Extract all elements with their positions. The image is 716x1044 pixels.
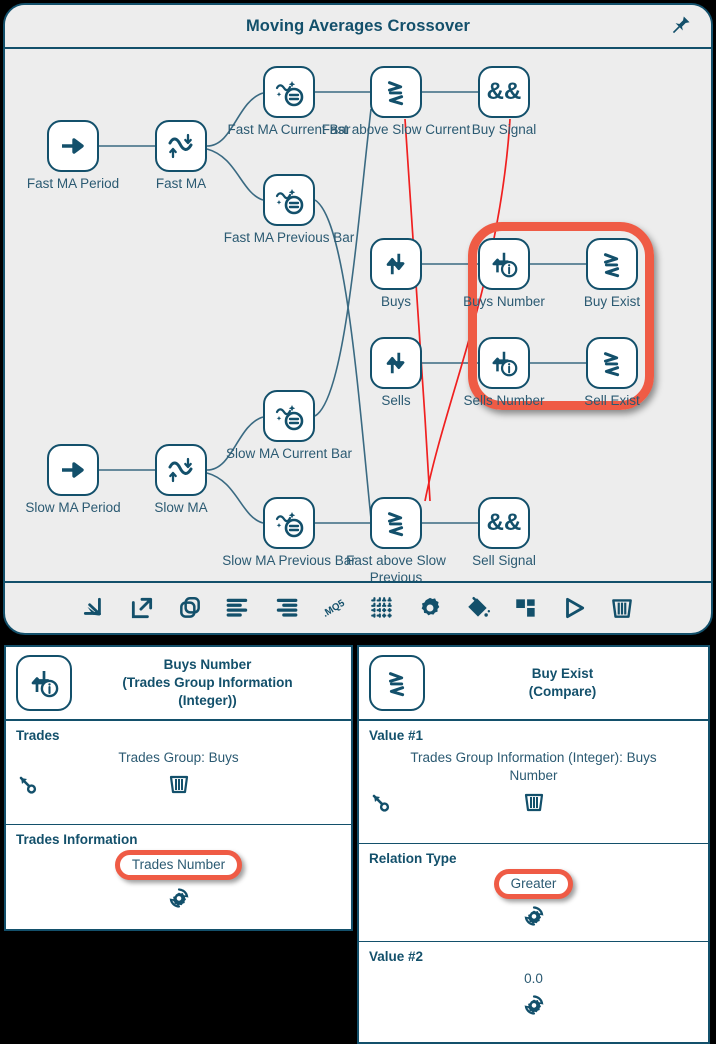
refresh-gear-icon[interactable] [167, 886, 191, 910]
trades-group-info-icon[interactable] [478, 337, 530, 389]
gear-icon[interactable] [416, 594, 444, 622]
trades-group-icon[interactable] [370, 238, 422, 290]
refresh-gear-icon[interactable] [522, 904, 546, 928]
arrow-right-icon[interactable] [47, 120, 99, 172]
node-label: Fast MA Previous Bar [223, 230, 355, 245]
align-right-icon[interactable] [272, 594, 300, 622]
trades-group-info-icon [16, 655, 72, 711]
ea-designer-window: Moving Averages Crossover Fast MA Period… [3, 3, 713, 635]
property-actions [369, 789, 698, 815]
compare-icon[interactable] [586, 238, 638, 290]
ma-value-icon[interactable] [263, 390, 315, 442]
play-icon[interactable] [560, 594, 588, 622]
import-icon[interactable] [80, 594, 108, 622]
canvas-toolbar: .MQ5 [5, 581, 711, 633]
refresh-gear-icon[interactable] [522, 993, 546, 1017]
panel-header: Buy Exist (Compare) [359, 647, 708, 721]
property-section-value-2: Value #2 0.0 [359, 942, 708, 1042]
pin-icon[interactable] [667, 13, 693, 39]
property-value[interactable]: 0.0 [395, 970, 672, 988]
node-label: Buys [380, 294, 411, 309]
node-label: Fast above Slow Current [321, 122, 471, 137]
property-section-value-1: Value #1 Trades Group Information (Integ… [359, 721, 708, 844]
property-label: Value #1 [369, 728, 424, 743]
node-label: Slow MA Current Bar [225, 446, 353, 461]
property-section-trades-information: Trades Information Trades Number [6, 825, 351, 929]
and-icon[interactable]: && [478, 66, 530, 118]
compare-icon[interactable] [370, 497, 422, 549]
layout-icon[interactable] [512, 594, 540, 622]
trash-icon[interactable] [608, 594, 636, 622]
node-label: Buys Number [463, 294, 545, 309]
properties-panel-buys-number: Buys Number (Trades Group Information (I… [4, 645, 353, 931]
property-value[interactable]: Trades Group Information (Integer): Buys… [395, 749, 672, 785]
grid-icon[interactable] [368, 594, 396, 622]
property-actions [369, 903, 698, 929]
node-label: Slow MA Previous Bar [222, 553, 356, 568]
property-section-trades: Trades Trades Group: Buys [6, 721, 351, 825]
svg-text:.MQ5: .MQ5 [321, 598, 347, 620]
mq5-icon[interactable]: .MQ5 [320, 594, 348, 622]
property-label: Trades Information [16, 832, 138, 847]
paint-icon[interactable] [464, 594, 492, 622]
node-label: Slow MA Period [25, 500, 121, 515]
panel-header: Buys Number (Trades Group Information (I… [6, 647, 351, 721]
compare-icon[interactable] [586, 337, 638, 389]
trash-icon[interactable] [522, 790, 546, 814]
page-title: Moving Averages Crossover [245, 17, 471, 35]
node-label: Buy Signal [471, 122, 537, 137]
node-label: Sell Signal [472, 553, 536, 568]
node-label: Buy Exist [583, 294, 641, 309]
property-actions [369, 992, 698, 1018]
arrow-right-icon[interactable] [47, 444, 99, 496]
moving-average-icon[interactable] [155, 444, 207, 496]
node-label: Fast MA Period [26, 176, 120, 191]
property-label: Relation Type [369, 851, 457, 866]
property-section-relation-type: Relation Type Greater [359, 844, 708, 942]
trades-group-info-icon[interactable] [478, 238, 530, 290]
node-label: Sells Number [463, 393, 545, 408]
copy-icon[interactable] [176, 594, 204, 622]
property-label: Trades [16, 728, 60, 743]
panel-title-line1: Buys Number [163, 657, 252, 672]
panel-title-line1: Buy Exist [531, 666, 594, 681]
and-glyph: && [486, 78, 522, 105]
link-connector-icon[interactable] [371, 793, 393, 815]
window-titlebar: Moving Averages Crossover [5, 5, 711, 49]
export-icon[interactable] [128, 594, 156, 622]
ma-value-icon[interactable] [263, 66, 315, 118]
property-actions [16, 771, 341, 797]
align-left-icon[interactable] [224, 594, 252, 622]
trash-icon[interactable] [167, 772, 191, 796]
ma-value-icon[interactable] [263, 497, 315, 549]
moving-average-icon[interactable] [155, 120, 207, 172]
panel-title: Buy Exist (Compare) [431, 665, 704, 701]
property-value-wrap: Trades Number [42, 850, 315, 880]
ma-value-icon[interactable] [263, 174, 315, 226]
panel-title: Buys Number (Trades Group Information (I… [78, 656, 347, 710]
node-label: Fast MA Current Bar [227, 122, 351, 137]
connection-wires [99, 91, 586, 524]
node-label: Slow MA [154, 500, 208, 515]
property-value-highlighted[interactable]: Greater [493, 869, 574, 899]
and-glyph: && [486, 509, 522, 536]
property-label: Value #2 [369, 949, 424, 964]
node-label: Sells [381, 393, 411, 408]
link-connector-icon[interactable] [18, 775, 40, 797]
compare-icon [369, 655, 425, 711]
trades-group-icon[interactable] [370, 337, 422, 389]
node-label: Fast MA [155, 176, 207, 191]
and-icon[interactable]: && [478, 497, 530, 549]
property-value[interactable]: Trades Group: Buys [42, 749, 315, 767]
properties-panel-buy-exist: Buy Exist (Compare) Value #1 Trades Grou… [357, 645, 710, 1044]
block-diagram-canvas[interactable]: Fast MA Period Fast MA Fast MA Current B… [5, 49, 711, 585]
compare-icon[interactable] [370, 66, 422, 118]
property-value-highlighted[interactable]: Trades Number [114, 850, 243, 880]
panel-title-line3: (Integer)) [178, 693, 237, 708]
node-label: Sell Exist [584, 393, 640, 408]
property-value-wrap: Greater [395, 869, 672, 899]
panel-title-line2: (Compare) [528, 684, 597, 699]
panel-title-line2: (Trades Group Information [122, 675, 293, 690]
property-actions [16, 885, 341, 911]
